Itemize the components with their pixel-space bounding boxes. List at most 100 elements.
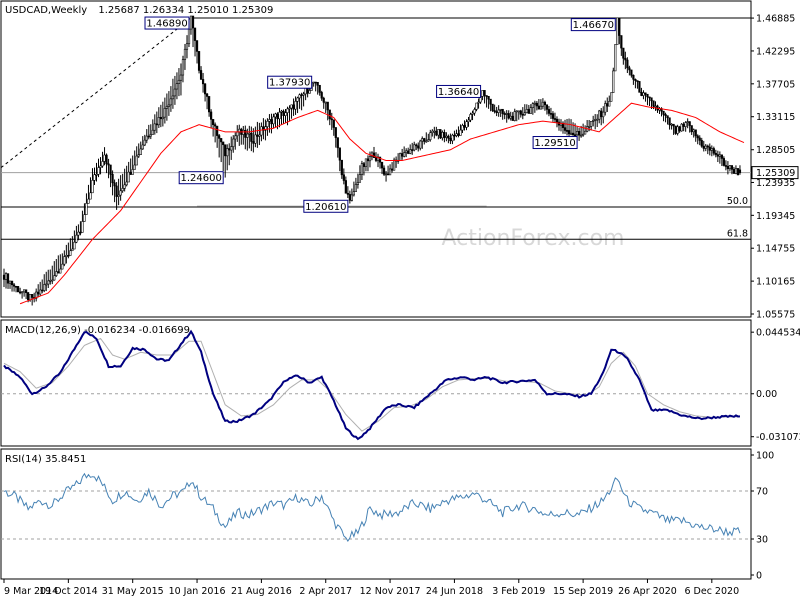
- candle-body: [702, 145, 705, 149]
- price-title-ohlc: 1.25687 1.26334 1.25010 1.25309: [98, 5, 273, 16]
- candle-body: [527, 109, 530, 114]
- chart-root: ActionForex.com 50.0 61.8 1.46890 1.46670 1…: [0, 0, 800, 597]
- candle-body: [409, 149, 412, 154]
- watermark: ActionForex.com: [442, 226, 625, 251]
- candle-body: [678, 126, 681, 132]
- candle-body: [650, 97, 653, 102]
- candle-body: [439, 129, 442, 139]
- candle-body: [449, 137, 452, 142]
- candle-body: [368, 156, 372, 162]
- candle-body: [81, 221, 84, 233]
- candle-body: [624, 57, 627, 61]
- candle-body: [346, 192, 349, 195]
- price-annotation: 1.37930: [267, 75, 313, 89]
- candle-body: [61, 263, 64, 270]
- candle-body: [109, 164, 112, 175]
- candle-body: [4, 273, 8, 280]
- candle-body: [304, 87, 307, 95]
- candle-body: [159, 117, 162, 120]
- fib-level-label: 50.0: [727, 196, 748, 207]
- candle-body: [551, 113, 555, 119]
- candle-body: [495, 111, 498, 113]
- candle-body: [57, 271, 60, 274]
- candle-body: [298, 94, 301, 99]
- candle-body: [618, 17, 621, 36]
- candle-body: [147, 135, 150, 138]
- candle-body: [654, 105, 657, 108]
- candle-body: [724, 165, 727, 167]
- x-tick-label: 26 Apr 2020: [618, 586, 677, 597]
- candle-body: [282, 110, 285, 116]
- fib-level-label: 61.8: [727, 228, 748, 239]
- candle-body: [205, 93, 209, 97]
- price-annotation: 1.46670: [570, 18, 616, 32]
- candle-body: [626, 59, 629, 69]
- candle-body: [77, 231, 80, 236]
- candle-body: [270, 119, 273, 125]
- candle-body: [139, 148, 142, 155]
- candle-body: [125, 181, 128, 186]
- candle-body: [471, 112, 474, 115]
- candle-body: [401, 153, 404, 157]
- price-y-tick-label: 1.23935: [756, 178, 795, 189]
- candle-body: [252, 141, 255, 144]
- rsi-title: RSI(14) 35.8451: [5, 454, 86, 465]
- annotation-label: 1.36640: [438, 87, 479, 98]
- candle-body: [20, 291, 24, 294]
- candle-body: [260, 126, 263, 136]
- candle-body: [330, 118, 333, 121]
- candle-body: [734, 168, 738, 174]
- candle-body: [374, 157, 378, 161]
- price-y-axis: 1.05575 1.10165 1.14755 1.19345 1.23935 1.285…: [751, 14, 799, 321]
- candle-body: [155, 123, 158, 126]
- candle-body: [543, 101, 547, 106]
- price-y-tick-label: 1.33115: [756, 112, 795, 123]
- candle-body: [113, 182, 116, 187]
- candle-body: [18, 291, 22, 294]
- candle-body: [274, 113, 277, 118]
- x-tick-label: 10 Jan 2016: [169, 586, 226, 597]
- rsi-y-tick-label: 100: [756, 451, 774, 462]
- candle-body: [503, 113, 506, 115]
- candle-body: [131, 169, 134, 175]
- x-tick-label: 19 Oct 2014: [39, 586, 98, 597]
- candle-body: [652, 100, 655, 107]
- candle-body: [670, 123, 673, 126]
- candle-body: [151, 129, 154, 135]
- candle-body: [226, 148, 229, 157]
- candle-body: [322, 97, 325, 103]
- candle-body: [563, 127, 567, 131]
- candle-body: [509, 115, 512, 119]
- candle-body: [662, 110, 665, 115]
- candle-body: [16, 286, 20, 293]
- candle-body: [153, 123, 156, 131]
- candle-body: [547, 109, 551, 114]
- candle-body: [276, 113, 279, 120]
- candle-body: [171, 95, 175, 100]
- candle-body: [537, 105, 540, 110]
- candle-body: [23, 289, 26, 293]
- candle-body: [567, 130, 571, 135]
- candle-body: [732, 169, 736, 174]
- candle-body: [43, 284, 46, 291]
- candle-body: [427, 139, 430, 142]
- candle-body: [228, 148, 231, 151]
- candle-body: [250, 132, 253, 142]
- candle-body: [541, 101, 545, 107]
- candle-body: [306, 87, 309, 94]
- candle-body: [350, 194, 353, 201]
- candle-body: [115, 185, 118, 197]
- candle-body: [515, 110, 518, 113]
- candle-body: [10, 280, 14, 286]
- candle-body: [710, 148, 713, 151]
- candle-body: [692, 129, 695, 133]
- candle-body: [447, 135, 450, 139]
- candle-body: [290, 104, 293, 109]
- candle-body: [161, 116, 164, 120]
- candle-body: [382, 167, 386, 175]
- macd-panel-frame: [0, 319, 752, 447]
- candle-body: [423, 138, 426, 142]
- candle-body: [575, 131, 579, 136]
- candle-body: [535, 102, 538, 107]
- rsi-y-tick-label: 0: [756, 571, 762, 582]
